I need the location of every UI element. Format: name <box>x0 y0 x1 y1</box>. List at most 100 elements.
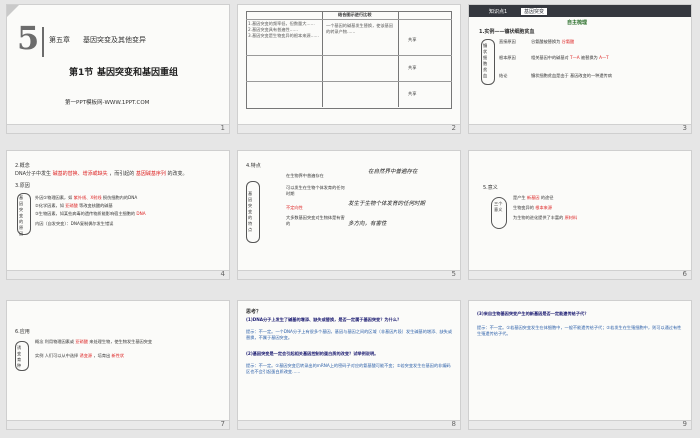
red-answer: 新基因 <box>526 195 540 200</box>
feature-text: 大多数基因突变对生物体是有害的 <box>286 215 345 226</box>
chapter-title: 基因突变及其他变异 <box>83 36 146 44</box>
topic-tag: 基因突变 <box>521 8 548 15</box>
red-answer: 根本来源 <box>535 205 553 210</box>
slide-thumb-6[interactable]: 5.意义 三个意义 是产生 新基因 的途径 生物变异的 根本来源 为生物的进化提… <box>468 150 692 280</box>
mind-root-label: 基因突变的特点 <box>248 191 253 232</box>
answer-text: 提示：不一定。一个DNA分子上有很多个基因，基因与基因之间的区域（非基因片段）发… <box>246 329 453 340</box>
reason-line: 外因①物理因素，如 紫外线、X射线 损伤细胞内的DNA <box>35 195 138 200</box>
application-line: 概念 利用物理因素或 亚硝酸 来处理生物，使生物发生基因突变 <box>35 339 153 344</box>
table-cell-value: 共享 <box>408 91 417 96</box>
para-heading: 4.特点 <box>246 163 261 169</box>
meaning-line: 是产生 新基因 的途径 <box>513 195 554 200</box>
table-row-divider <box>246 81 452 82</box>
red-answer: 谷氨酸 <box>561 39 575 44</box>
think-title: 思考？ <box>246 309 262 315</box>
tree-branch: 根本原因 <box>499 55 516 60</box>
table-cell-value: 共享 <box>408 37 417 42</box>
chapter-number: 5 <box>17 19 40 57</box>
tree-text: 相关基因中的碱基对 T—A 被替换为 A—T <box>531 55 609 60</box>
question: (3)来自生物基因突变产生的新基因是否一定能遗传给子代？ <box>477 311 589 316</box>
concept-text: 的改变。 <box>167 171 188 177</box>
slide-navbar <box>469 420 691 429</box>
slide-number: 1 <box>220 124 225 132</box>
section-label: 第1节 <box>69 68 94 78</box>
slide-number: 5 <box>451 270 456 278</box>
para-heading: 6.应用 <box>15 329 30 335</box>
slide-thumb-4[interactable]: 2.概念 DNA分子中发生 碱基的替换、增添或缺失 ，而引起的 基因碱基序列 的… <box>6 150 230 280</box>
handwritten-note: 在自然界中普遍存在 <box>368 169 418 175</box>
reason-line: ③生物因素，如某些病毒的遗传物质能影响宿主细胞的 DNA <box>35 211 146 216</box>
tree-branch: 结论 <box>499 73 508 78</box>
concept-text: ，而引起的 <box>109 171 135 177</box>
slide-thumb-7[interactable]: 6.应用 诱变育种 概念 利用物理因素或 亚硝酸 来处理生物，使生物发生基因突变… <box>6 300 230 430</box>
slide-number: 9 <box>682 420 687 428</box>
slide-thumb-1[interactable]: 5 第五章 基因突变及其他变异 第1节 基因突变和基因重组 第一PPT模板网-W… <box>6 4 230 134</box>
table-cell-text: 一个基因的碱基发生替换，使该基因的转录产物…… <box>326 23 394 34</box>
tree-branch: 直接原因 <box>499 39 516 44</box>
mind-root-label: 三个意义 <box>494 201 503 212</box>
slide-thumb-2[interactable]: 结合图示进行比较 1.基因突变的频率低，但数量大…… 2.基因突变具有普遍性…… 3… <box>237 4 461 134</box>
section-heading: 自主梳理 <box>567 20 588 26</box>
concept-line: DNA分子中发生 碱基的替换、增添或缺失 ，而引起的 基因碱基序列 的改变。 <box>15 171 187 177</box>
handwritten-note: 发生于生物个体发育的任何时期 <box>348 201 426 207</box>
slide-navbar <box>469 124 691 133</box>
table-cell-text: 1.基因突变的频率低，但数量大…… 2.基因突变具有普遍性…… 3.基因突变是生物变… <box>248 21 319 38</box>
table-col-divider <box>322 11 323 107</box>
red-answer: 基因碱基序列 <box>135 171 166 177</box>
knowledge-tag: 知识点1 <box>489 9 508 15</box>
table-row-divider <box>246 55 452 56</box>
red-answer: 紫外线、X射线 <box>73 195 102 200</box>
section-title: 基因突变和基因重组 <box>97 68 179 78</box>
question: (2)基因突变是一定会引起相关基因控制的蛋白质的改变？试举例说明。 <box>246 351 379 356</box>
reason-line: ②化学因素，如 亚硝酸 等改变核酸的碱基 <box>35 203 113 208</box>
red-answer: 诱变源 <box>79 353 93 358</box>
mind-root-label: 诱变育种 <box>17 345 22 368</box>
slide-navbar <box>238 124 460 133</box>
red-answer: 亚硝酸 <box>65 203 78 208</box>
slide-thumb-5[interactable]: 4.特点 基因突变的特点 在生物界中普遍存在 可以发生在生物个体发育的任何时期 … <box>237 150 461 280</box>
slide-navbar <box>238 420 460 429</box>
answer-text: 提示：不一定。①若基因突变发生在体细胞中，一般不能遗传给子代；②若发生在生殖细胞… <box>477 325 682 336</box>
slide-thumb-3[interactable]: 知识点1 基因突变 自主梳理 1.实例——镰状细胞贫血 镰状细胞贫血 直接原因 … <box>468 4 692 134</box>
slide-number: 4 <box>220 270 225 278</box>
table-cell-value: 共享 <box>408 65 417 70</box>
slide-number: 2 <box>451 124 456 132</box>
tree-text: 谷氨酸被替换为 谷氨酸 <box>531 39 575 44</box>
table-row-divider <box>246 19 452 20</box>
slide-navbar <box>469 270 691 279</box>
red-answer: 碱基的替换、增添或缺失 <box>52 171 108 177</box>
slide-number: 8 <box>451 420 456 428</box>
red-answer: 亚硝酸 <box>75 339 88 344</box>
slide-thumb-9[interactable]: (3)来自生物基因突变产生的新基因是否一定能遗传给子代？ 提示：不一定。①若基因… <box>468 300 692 430</box>
handwritten-note: 多方向，有害性 <box>348 221 387 227</box>
red-answer: 新性状 <box>111 353 125 358</box>
slide-navbar <box>238 270 460 279</box>
slide-corner <box>7 5 19 17</box>
slide-number: 7 <box>220 420 225 428</box>
tree-text: 镰状细胞贫血是由于 基因改变的一种遗传病 <box>531 73 612 78</box>
red-answer: DNA <box>136 211 146 216</box>
red-answer: 不定向性 <box>286 205 303 210</box>
meaning-line: 为生物的进化提供了丰富的 原材料 <box>513 215 578 220</box>
feature-text: 可以发生在生物个体发育的任何时期 <box>286 185 345 196</box>
table-col-divider <box>398 11 399 107</box>
slide-navbar <box>7 270 229 279</box>
para-heading: 3.原因 <box>15 183 30 189</box>
application-line: 实例 人们可以从中选择 诱变源 ，培育出 新性状 <box>35 353 125 358</box>
meaning-line: 生物变异的 根本来源 <box>513 205 553 210</box>
answer-text: 提示：不一定。①基因突变后转录出的mRNA上的密码子对应的氨基酸可能不变；②若突… <box>246 363 451 374</box>
table-header: 结合图示进行比较 <box>338 12 372 17</box>
concept-text: DNA分子中发生 <box>15 171 52 177</box>
para-heading: 2.概念 <box>15 163 30 169</box>
template-footer: 第一PPT模板网-WWW.1PPT.COM <box>65 100 150 106</box>
slide-navbar <box>7 420 229 429</box>
feature-text: 在生物界中普遍存在 <box>286 173 324 178</box>
slide-number: 6 <box>682 270 687 278</box>
tree-root-label: 镰状细胞贫血 <box>483 43 488 78</box>
slide-thumb-8[interactable]: 思考？ (1)DNA分子上发生了碱基的增添、缺失或替换，是否一定属于基因突变？为… <box>237 300 461 430</box>
tree-root-label: 基因突变的原因 <box>19 195 24 236</box>
reason-line: 内因（自发突变）：DNA复制偶尔发生错误 <box>35 221 114 226</box>
question: (1)DNA分子上发生了碱基的增添、缺失或替换，是否一定属于基因突变？为什么？ <box>246 317 402 322</box>
para-heading: 5.意义 <box>483 185 498 191</box>
red-answer: A—T <box>599 55 609 60</box>
